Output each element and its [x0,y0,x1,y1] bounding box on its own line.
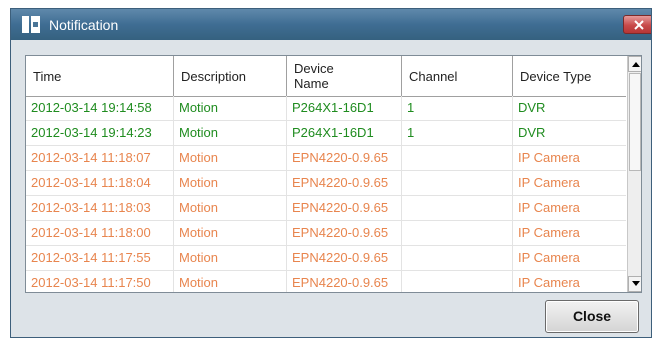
cell-time: 2012-03-14 11:18:04 [26,171,174,196]
cell-device-type: IP Camera [518,200,580,215]
table-row[interactable]: 2012-03-14 11:17:50 Motion EPN4220-0.9.65 I… [26,271,626,292]
cell-device-type: DVR [518,125,546,140]
scroll-up-button[interactable] [628,56,641,72]
cell-channel [402,246,513,271]
cell-device-name: P264X1-16D1 [287,96,402,121]
arrow-up-icon [632,62,640,67]
cell-description: Motion [174,196,287,221]
cell-time: 2012-03-14 11:17:50 [26,271,174,292]
window-title: Notification [49,17,119,33]
cell-description: Motion [174,146,287,171]
cell-device-name: EPN4220-0.9.65 [287,246,402,271]
cell-device-name: P264X1-16D1 [287,121,402,146]
table-row[interactable]: 2012-03-14 11:17:55 Motion EPN4220-0.9.65 I… [26,246,626,271]
cell-description: Motion [174,96,287,121]
table-row[interactable]: 2012-03-14 19:14:58 Motion P264X1-16D1 1 DVR [26,96,626,121]
close-button[interactable]: Close [545,300,639,333]
column-header-device-name[interactable]: Device Name [287,56,402,96]
cell-description: Motion [174,246,287,271]
table-row[interactable]: 2012-03-14 11:18:00 Motion EPN4220-0.9.65 I… [26,221,626,246]
cell-device-type: IP Camera [518,275,580,290]
window-close-button[interactable] [623,15,651,34]
cell-channel [402,271,513,292]
cell-device-type: IP Camera [518,250,580,265]
cell-channel [402,146,513,171]
column-header-description[interactable]: Description [174,56,287,96]
notification-window: Notification Time Description Device Nam… [10,8,652,338]
arrow-down-icon [632,281,640,286]
cell-device-type: IP Camera [518,175,580,190]
table-header: Time Description Device Name Channel Dev… [26,56,626,97]
cell-time: 2012-03-14 19:14:58 [26,96,174,121]
cell-channel [402,221,513,246]
cell-device-type: IP Camera [518,150,580,165]
cell-time: 2012-03-14 11:18:00 [26,221,174,246]
table-row[interactable]: 2012-03-14 19:14:23 Motion P264X1-16D1 1 DVR [26,121,626,146]
vertical-scrollbar[interactable] [627,56,641,292]
column-header-time[interactable]: Time [26,56,174,96]
cell-description: Motion [174,121,287,146]
notification-table: Time Description Device Name Channel Dev… [25,55,642,293]
column-header-device-type[interactable]: Device Type [513,56,626,96]
title-bar[interactable]: Notification [11,9,651,40]
cell-device-name: EPN4220-0.9.65 [287,146,402,171]
cell-time: 2012-03-14 11:18:03 [26,196,174,221]
cell-device-name: EPN4220-0.9.65 [287,196,402,221]
cell-time: 2012-03-14 11:18:07 [26,146,174,171]
notification-app-icon [22,16,40,33]
column-header-channel[interactable]: Channel [402,56,513,96]
scrollbar-thumb[interactable] [629,73,641,171]
cell-description: Motion [174,221,287,246]
cell-channel [402,196,513,221]
cell-device-name: EPN4220-0.9.65 [287,221,402,246]
cell-device-type: DVR [518,100,546,115]
cell-device-type: IP Camera [518,225,580,240]
cell-channel [402,171,513,196]
cell-description: Motion [174,171,287,196]
scroll-down-button[interactable] [628,276,641,292]
cell-channel: 1 [402,121,513,146]
table-row[interactable]: 2012-03-14 11:18:07 Motion EPN4220-0.9.65 I… [26,146,626,171]
cell-description: Motion [174,271,287,292]
table-row[interactable]: 2012-03-14 11:18:03 Motion EPN4220-0.9.65 I… [26,196,626,221]
cell-device-name: EPN4220-0.9.65 [287,171,402,196]
close-icon [634,20,644,30]
cell-time: 2012-03-14 11:17:55 [26,246,174,271]
table-row[interactable]: 2012-03-14 11:18:04 Motion EPN4220-0.9.65 I… [26,171,626,196]
cell-channel: 1 [402,96,513,121]
cell-device-name: EPN4220-0.9.65 [287,271,402,292]
cell-time: 2012-03-14 19:14:23 [26,121,174,146]
